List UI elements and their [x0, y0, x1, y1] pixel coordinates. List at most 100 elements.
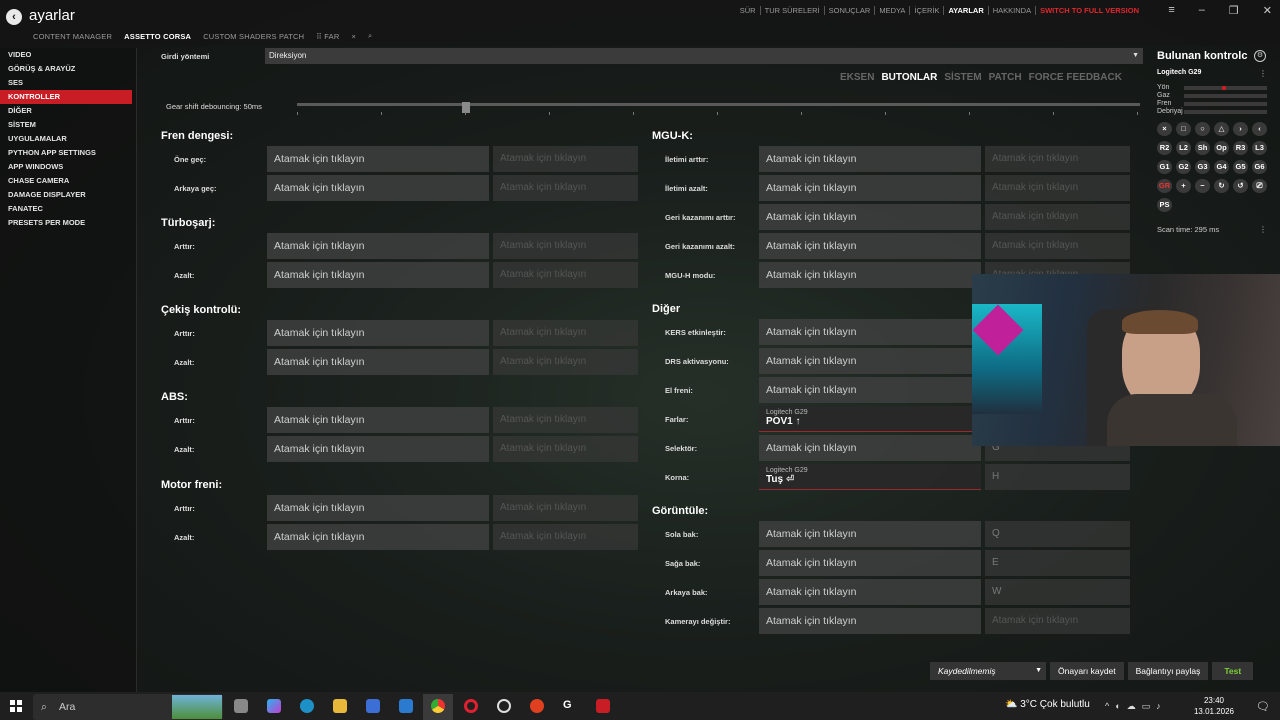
binding-primary-field[interactable]: Atamak için tıklayın	[759, 579, 981, 605]
binding-secondary-field[interactable]: Atamak için tıklayın	[985, 175, 1130, 201]
nav-sur[interactable]: SÜR	[736, 6, 760, 15]
binding-secondary-field[interactable]: Atamak için tıklayın	[493, 146, 638, 172]
tab-custom-shaders-patch[interactable]: CUSTOM SHADERS PATCH	[203, 32, 304, 41]
tab-force-feedback[interactable]: FORCE FEEDBACK	[1029, 72, 1122, 83]
close-icon[interactable]: ✕	[1263, 4, 1272, 17]
sidebar-item-ses[interactable]: SES	[0, 76, 136, 90]
mail-icon[interactable]	[399, 699, 413, 713]
tab-far[interactable]: ⠿ FAR	[316, 32, 339, 41]
binding-secondary-field[interactable]: Atamak için tıklayın	[493, 524, 638, 550]
tab-butonlar[interactable]: BUTONLAR	[881, 72, 937, 83]
binding-primary-field[interactable]: Atamak için tıklayın	[267, 436, 489, 462]
binding-primary-field[interactable]: Atamak için tıklayın	[267, 349, 489, 375]
binding-primary-field[interactable]: Atamak için tıklayın	[267, 175, 489, 201]
tab-sistem[interactable]: SİSTEM	[944, 72, 981, 83]
opera-icon[interactable]	[464, 699, 478, 713]
binding-primary-field[interactable]: Logitech G29 POV1 ↑	[759, 406, 981, 432]
settings-gear-icon[interactable]: ⚙	[1254, 50, 1266, 62]
binding-secondary-field[interactable]: Atamak için tıklayın	[493, 233, 638, 259]
sidebar-item-video[interactable]: VIDEO	[0, 48, 136, 62]
binding-secondary-field[interactable]: Atamak için tıklayın	[493, 407, 638, 433]
binding-secondary-field[interactable]: Q	[985, 521, 1130, 547]
restore-icon[interactable]: ❐	[1229, 4, 1239, 17]
binding-primary-field[interactable]: Atamak için tıklayın	[759, 521, 981, 547]
task-view-icon[interactable]	[234, 699, 248, 713]
binding-secondary-field[interactable]: Atamak için tıklayın	[493, 495, 638, 521]
binding-secondary-field[interactable]: Atamak için tıklayın	[493, 175, 638, 201]
save-preset-button[interactable]: Önayarı kaydet	[1050, 662, 1124, 680]
nav-icerik[interactable]: İÇERİK	[909, 6, 943, 15]
binding-secondary-field[interactable]: W	[985, 579, 1130, 605]
sidebar-item-damage-displayer[interactable]: DAMAGE DISPLAYER	[0, 188, 136, 202]
test-button[interactable]: Test	[1212, 662, 1254, 680]
binding-primary-field[interactable]: Atamak için tıklayın	[267, 524, 489, 550]
nav-ayarlar[interactable]: AYARLAR	[943, 6, 987, 15]
more-icon[interactable]: ⋮	[1259, 69, 1267, 78]
binding-primary-field[interactable]: Atamak için tıklayın	[267, 320, 489, 346]
tray-icons[interactable]: ^◐☁▭♪	[1105, 701, 1167, 712]
scan-more-icon[interactable]: ⋮	[1259, 225, 1267, 234]
binding-primary-field[interactable]: Atamak için tıklayın	[267, 407, 489, 433]
edge-icon[interactable]	[300, 699, 314, 713]
binding-secondary-field[interactable]: Atamak için tıklayın	[985, 204, 1130, 230]
back-arrow-icon[interactable]: ‹	[6, 9, 22, 25]
binding-primary-field[interactable]: Atamak için tıklayın	[759, 233, 981, 259]
sidebar-item-sistem[interactable]: SİSTEM	[0, 118, 136, 132]
binding-secondary-field[interactable]: Atamak için tıklayın	[493, 436, 638, 462]
tab-patch[interactable]: PATCH	[989, 72, 1022, 83]
tab-content-manager[interactable]: CONTENT MANAGER	[33, 32, 112, 41]
sidebar-item-chase-camera[interactable]: CHASE CAMERA	[0, 174, 136, 188]
binding-secondary-field[interactable]: E	[985, 550, 1130, 576]
copilot-icon[interactable]	[267, 699, 281, 713]
tab-assetto-corsa[interactable]: ASSETTO CORSA	[124, 32, 191, 41]
switch-full-version-link[interactable]: SWITCH TO FULL VERSION	[1035, 6, 1143, 15]
binding-primary-field[interactable]: Atamak için tıklayın	[759, 146, 981, 172]
assetto-corsa-icon[interactable]	[596, 699, 610, 713]
tab-eksen[interactable]: EKSEN	[840, 72, 874, 83]
logitech-icon[interactable]: G	[563, 699, 577, 713]
share-link-button[interactable]: Bağlantıyı paylaş	[1127, 662, 1209, 680]
sidebar-item-python-app-settings[interactable]: PYTHON APP SETTINGS	[0, 146, 136, 160]
sidebar-item-kontroller[interactable]: KONTROLLER	[0, 90, 132, 104]
binding-primary-field[interactable]: Atamak için tıklayın	[759, 377, 981, 403]
binding-secondary-field[interactable]: Atamak için tıklayın	[493, 320, 638, 346]
sidebar-item-uygulamalar[interactable]: UYGULAMALAR	[0, 132, 136, 146]
sidebar-item-gorus[interactable]: GÖRÜŞ & ARAYÜZ	[0, 62, 136, 76]
binding-secondary-field[interactable]: Atamak için tıklayın	[985, 608, 1130, 634]
input-method-select[interactable]: Direksiyon ▼	[265, 48, 1143, 64]
gear-shift-slider-thumb[interactable]	[462, 102, 470, 113]
chrome-icon[interactable]	[431, 699, 445, 713]
nav-hakkinda[interactable]: HAKKINDA	[987, 6, 1035, 15]
binding-primary-field[interactable]: Atamak için tıklayın	[759, 319, 981, 345]
search-icon[interactable]: ⌕	[368, 31, 372, 41]
binding-primary-field[interactable]: Atamak için tıklayın	[759, 608, 981, 634]
minimize-icon[interactable]: –	[1199, 4, 1205, 17]
steering-app-icon[interactable]	[497, 699, 511, 713]
nav-medya[interactable]: MEDYA	[874, 6, 909, 15]
binding-secondary-field[interactable]: Atamak için tıklayın	[985, 146, 1130, 172]
binding-primary-field[interactable]: Logitech G29 Tuş ⏎	[759, 464, 981, 490]
store-icon[interactable]	[366, 699, 380, 713]
binding-primary-field[interactable]: Atamak için tıklayın	[759, 204, 981, 230]
preset-select[interactable]: Kaydedilmemiş ▼	[930, 662, 1046, 680]
nav-sonuclar[interactable]: SONUÇLAR	[823, 6, 875, 15]
nav-tur-sureleri[interactable]: TUR SÜRELERİ	[759, 6, 824, 15]
binding-secondary-field[interactable]: Atamak için tıklayın	[493, 349, 638, 375]
sidebar-item-presets-per-mode[interactable]: PRESETS PER MODE	[0, 216, 136, 230]
binding-primary-field[interactable]: Atamak için tıklayın	[267, 262, 489, 288]
binding-primary-field[interactable]: Atamak için tıklayın	[759, 550, 981, 576]
binding-secondary-field[interactable]: Atamak için tıklayın	[985, 233, 1130, 259]
binding-primary-field[interactable]: Atamak için tıklayın	[759, 348, 981, 374]
binding-secondary-field[interactable]: H	[985, 464, 1130, 490]
binding-primary-field[interactable]: Atamak için tıklayın	[267, 146, 489, 172]
binding-primary-field[interactable]: Atamak için tıklayın	[267, 233, 489, 259]
gear-shift-slider-track[interactable]	[297, 103, 1140, 106]
binding-primary-field[interactable]: Atamak için tıklayın	[759, 262, 981, 288]
close-tab-icon[interactable]: ×	[351, 32, 356, 41]
sidebar-item-fanatec[interactable]: FANATEC	[0, 202, 136, 216]
binding-primary-field[interactable]: Atamak için tıklayın	[759, 175, 981, 201]
menu-icon[interactable]: ≡	[1168, 4, 1174, 17]
file-explorer-icon[interactable]	[333, 699, 347, 713]
weather-widget[interactable]: ⛅ 3°C Çok bulutlu	[1005, 699, 1090, 710]
sidebar-item-app-windows[interactable]: APP WINDOWS	[0, 160, 136, 174]
